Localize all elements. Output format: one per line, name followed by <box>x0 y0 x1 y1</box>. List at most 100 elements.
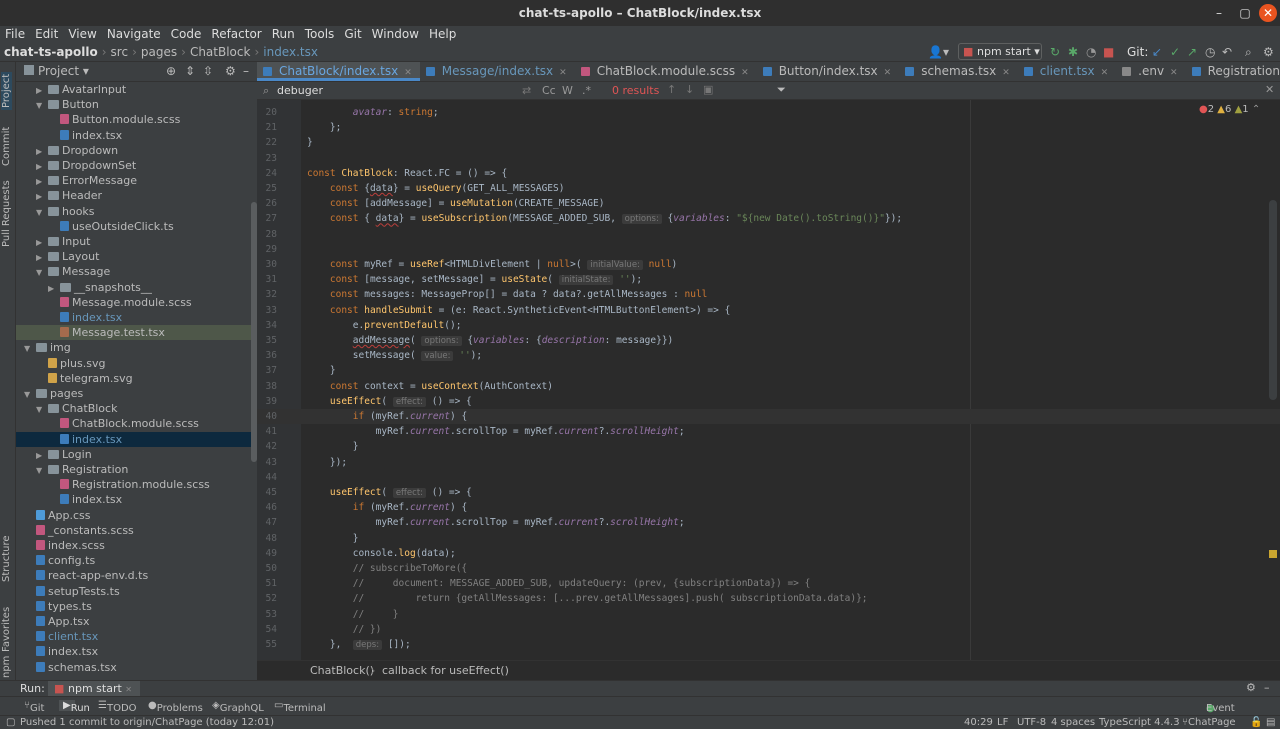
editor-tab[interactable]: Registration/index.tsx✕ <box>1186 62 1280 81</box>
tool-problems[interactable]: ● Problems <box>148 700 203 714</box>
regex-icon[interactable]: .* <box>582 84 591 97</box>
line-separator[interactable]: LF <box>997 716 1008 729</box>
tree-item[interactable]: ▶ Layout <box>16 249 257 264</box>
tree-item[interactable]: ▶ AvatarInput <box>16 82 257 97</box>
tree-item[interactable]: client.tsx <box>16 629 257 644</box>
tree-item[interactable]: App.css <box>16 508 257 523</box>
run-tab-npm-start[interactable]: ■ npm start ✕ <box>48 681 140 696</box>
close-tab-icon[interactable]: ✕ <box>559 68 567 78</box>
status-icon[interactable]: ▢ <box>6 716 15 729</box>
chevron-down-icon[interactable]: ▼ <box>36 98 48 113</box>
code-line[interactable]: 51 // document: MESSAGE_ADDED_SUB, updat… <box>257 576 1280 591</box>
menu-file[interactable]: File <box>0 26 30 42</box>
next-match-icon[interactable]: ↓ <box>685 83 694 96</box>
settings-icon[interactable]: ⚙ <box>1263 44 1274 60</box>
code-editor[interactable]: 20 avatar: string; 21 }; 22} 23 24 const Chat… <box>257 100 1280 660</box>
find-input[interactable] <box>277 83 527 98</box>
tree-item[interactable]: Message.test.tsx <box>16 325 257 341</box>
tree-item[interactable]: ▼ pages <box>16 386 257 401</box>
chevron-down-icon[interactable]: ▼ <box>36 205 48 220</box>
project-tool-tab[interactable]: Project <box>1 71 12 110</box>
breadcrumb-file[interactable]: index.tsx <box>263 45 318 59</box>
tree-item[interactable]: react-app-env.d.ts <box>16 568 257 583</box>
menu-tools[interactable]: Tools <box>300 26 340 42</box>
close-find-icon[interactable]: ✕ <box>1265 83 1274 96</box>
menu-refactor[interactable]: Refactor <box>206 26 266 42</box>
tree-item[interactable]: ▼ ChatBlock <box>16 401 257 416</box>
collapse-all-icon[interactable]: ⇳ <box>203 64 213 78</box>
code-line[interactable]: 46 if (myRef.current) { <box>257 500 1280 515</box>
tree-item[interactable]: _constants.scss <box>16 523 257 538</box>
inspection-widget[interactable]: ●2 ▲6 ▲1 ⌃ <box>1199 104 1260 115</box>
tree-item[interactable]: Button.module.scss <box>16 112 257 127</box>
editor-tab[interactable]: Button/index.tsx ✕ <box>757 62 900 81</box>
menu-window[interactable]: Window <box>367 26 424 42</box>
menu-code[interactable]: Code <box>166 26 207 42</box>
history-icon[interactable]: ◷ <box>1205 44 1215 60</box>
tree-item[interactable]: ▶ Dropdown <box>16 143 257 158</box>
file-encoding[interactable]: UTF-8 <box>1017 716 1046 729</box>
code-line[interactable]: 43 }); <box>257 455 1280 470</box>
find-all-icon[interactable]: ▣ <box>703 83 713 96</box>
run-config-select[interactable]: ■ npm start ▾ <box>958 43 1042 60</box>
code-line[interactable]: 53 // } <box>257 607 1280 622</box>
tree-item[interactable]: telegram.svg <box>16 371 257 386</box>
tree-item[interactable]: ▼ hooks <box>16 204 257 219</box>
editor-tab[interactable]: schemas.tsx ✕ <box>899 62 1018 81</box>
git-commit-icon[interactable]: ✓ <box>1170 44 1180 60</box>
breadcrumb-function[interactable]: ChatBlock() <box>310 664 374 677</box>
whole-word-toggle[interactable]: W <box>562 84 573 97</box>
tree-item[interactable]: ▶ __snapshots__ <box>16 280 257 295</box>
close-tab-icon[interactable]: ✕ <box>1002 68 1010 78</box>
close-tab-icon[interactable]: ✕ <box>404 68 412 78</box>
code-line[interactable]: 21 }; <box>257 120 1280 135</box>
tree-item[interactable]: types.ts <box>16 599 257 614</box>
editor-tab[interactable]: Message/index.tsx ✕ <box>420 62 575 81</box>
warning-marker[interactable] <box>1269 550 1277 558</box>
caret-position[interactable]: 40:29 <box>964 716 993 729</box>
code-line[interactable]: 40 if (myRef.current) { <box>257 409 1280 425</box>
chevron-right-icon[interactable]: ▶ <box>36 83 48 98</box>
close-icon[interactable]: ✕ <box>125 685 132 694</box>
code-line[interactable]: 27 const { data} = useSubscription(MESSA… <box>257 211 1280 226</box>
commit-tool-tab[interactable]: Commit <box>1 127 12 166</box>
code-line[interactable]: 36 setMessage( value: ''); <box>257 348 1280 363</box>
chevron-down-icon[interactable]: ▼ <box>24 387 36 402</box>
chevron-right-icon[interactable]: ▶ <box>36 250 48 265</box>
menu-run[interactable]: Run <box>267 26 300 42</box>
tree-item[interactable]: ChatBlock.module.scss <box>16 416 257 431</box>
code-line[interactable]: 38 const context = useContext(AuthContex… <box>257 379 1280 394</box>
editor-tab[interactable]: client.tsx ✕ <box>1018 62 1116 81</box>
code-line[interactable]: 47 myRef.current.scrollTop = myRef.curre… <box>257 515 1280 530</box>
code-line[interactable]: 41 myRef.current.scrollTop = myRef.curre… <box>257 424 1280 439</box>
code-line[interactable]: 29 <box>257 242 1280 257</box>
project-view-select[interactable]: Project ▾ <box>38 64 89 78</box>
editor-tab[interactable]: .env ✕ <box>1116 62 1185 81</box>
code-line[interactable]: 23 <box>257 151 1280 166</box>
tree-item[interactable]: Registration.module.scss <box>16 477 257 492</box>
tree-item[interactable]: schemas.tsx <box>16 660 257 675</box>
code-line[interactable]: 35 addMessage( options: {variables: {des… <box>257 333 1280 348</box>
close-tab-icon[interactable]: ✕ <box>1170 68 1178 78</box>
breadcrumb-pages[interactable]: pages <box>141 45 177 59</box>
tree-item[interactable]: plus.svg <box>16 356 257 371</box>
code-line[interactable]: 26 const [addMessage] = useMutation(CREA… <box>257 196 1280 211</box>
code-line[interactable]: 24 const ChatBlock: React.FC = () => { <box>257 166 1280 181</box>
breadcrumb-project[interactable]: chat-ts-apollo <box>4 45 98 59</box>
close-tab-icon[interactable]: ✕ <box>884 68 892 78</box>
chevron-down-icon[interactable]: ▼ <box>36 463 48 478</box>
code-line[interactable]: 55 }, deps: []); <box>257 637 1280 652</box>
match-case-toggle[interactable]: Cc <box>542 84 556 97</box>
prev-match-icon[interactable]: ↑ <box>667 83 676 96</box>
tree-item[interactable]: ▶ Header <box>16 188 257 203</box>
tool-graphql[interactable]: ◈ GraphQL <box>212 700 264 714</box>
code-line[interactable]: 20 avatar: string; <box>257 105 1280 120</box>
code-line[interactable]: 25 const {data} = useQuery(GET_ALL_MESSA… <box>257 181 1280 196</box>
pull-requests-tool-tab[interactable]: Pull Requests <box>1 180 12 247</box>
hide-icon[interactable]: – <box>1264 681 1270 694</box>
chevron-right-icon[interactable]: ▶ <box>48 281 60 296</box>
tree-item[interactable]: setupTests.ts <box>16 584 257 599</box>
coverage-icon[interactable]: ◔ <box>1086 44 1096 60</box>
close-tab-icon[interactable]: ✕ <box>1101 68 1109 78</box>
chevron-right-icon[interactable]: ▶ <box>36 448 48 463</box>
